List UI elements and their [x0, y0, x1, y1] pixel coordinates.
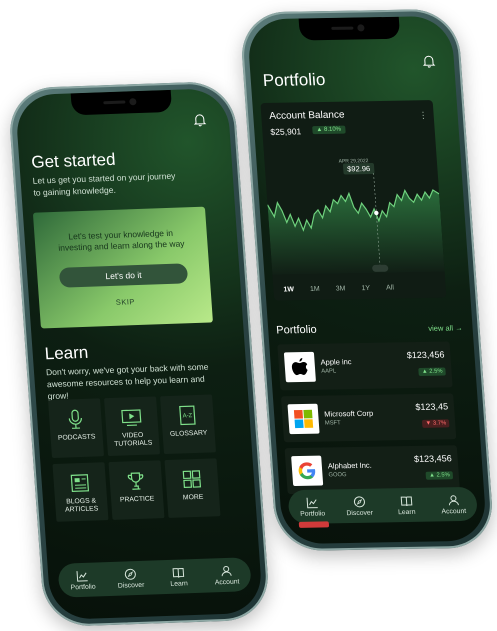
- page-title: Portfolio: [262, 69, 326, 91]
- account-balance-card: Account Balance ⋮ $25,901 ▲ 8.10% APR 29…: [260, 100, 447, 301]
- balance-change-badge: ▲ 8.10%: [312, 125, 346, 135]
- stock-name: Microsoft Corp: [323, 408, 374, 419]
- lets-do-it-button[interactable]: Let's do it: [58, 263, 189, 288]
- stock-price: $123,456: [406, 349, 445, 361]
- nav-learn[interactable]: Learn: [159, 565, 199, 588]
- stock-ticker: AAPL: [321, 368, 337, 375]
- range-all[interactable]: All: [386, 285, 394, 292]
- apple-logo-icon: [283, 351, 316, 383]
- tile-label: BLOGS & ARTICLES: [64, 497, 99, 514]
- range-1m[interactable]: 1M: [310, 286, 320, 293]
- tile-more[interactable]: MORE: [164, 458, 221, 518]
- nav-label: Discover: [346, 509, 374, 518]
- nav-label: Account: [441, 507, 467, 516]
- skip-link[interactable]: SKIP: [39, 294, 212, 309]
- nav-label: Portfolio: [299, 510, 326, 518]
- stock-name: Alphabet Inc.: [327, 460, 373, 471]
- tile-glossary[interactable]: A-Z GLOSSARY: [159, 394, 217, 455]
- balance-value: $25,901: [270, 126, 302, 137]
- range-1w[interactable]: 1W: [283, 286, 294, 293]
- article-icon: [69, 472, 91, 495]
- range-selector: 1W 1M 3M 1Y All: [283, 285, 394, 294]
- chart-line-icon: [305, 496, 318, 509]
- active-nav-indicator: [298, 521, 329, 528]
- tile-label: VIDEO TUTORIALS: [113, 431, 153, 448]
- nav-label: Account: [214, 578, 240, 587]
- nav-label: Learn: [170, 580, 189, 588]
- trophy-icon: [125, 470, 147, 493]
- phone-portfolio: Portfolio Account Balance ⋮ $25,901 ▲ 8.…: [239, 8, 495, 552]
- tile-label: PRACTICE: [119, 495, 155, 504]
- nav-account[interactable]: Account: [434, 493, 474, 516]
- stock-price: $123,45: [415, 401, 449, 412]
- nav-label: Portfolio: [70, 583, 96, 592]
- book-open-icon: [400, 494, 413, 507]
- nav-learn[interactable]: Learn: [387, 494, 427, 517]
- user-icon: [220, 564, 233, 577]
- book-az-icon: A-Z: [178, 404, 198, 427]
- nav-portfolio[interactable]: Portfolio: [292, 495, 332, 528]
- bottom-nav: Portfolio Discover Learn Account: [287, 486, 479, 528]
- chart-line-icon: [76, 569, 89, 582]
- tile-label: PODCASTS: [57, 433, 96, 442]
- user-icon: [447, 493, 460, 506]
- card-title: Account Balance: [268, 109, 345, 122]
- bell-icon[interactable]: [192, 113, 207, 127]
- nav-label: Discover: [117, 581, 145, 590]
- range-1y[interactable]: 1Y: [361, 285, 370, 292]
- stock-row[interactable]: Apple inc AAPL $123,456 ▲ 2.5%: [277, 341, 453, 391]
- nav-portfolio[interactable]: Portfolio: [63, 568, 103, 591]
- grid-icon: [181, 468, 203, 491]
- stock-change: ▼ 3.7%: [422, 419, 450, 428]
- quiz-text: Let's test your knowledge in investing a…: [57, 227, 185, 253]
- tile-label: GLOSSARY: [169, 429, 208, 438]
- nav-discover[interactable]: Discover: [111, 567, 151, 590]
- video-icon: [120, 406, 144, 429]
- notch: [298, 16, 401, 41]
- book-open-icon: [172, 565, 185, 578]
- nav-account[interactable]: Account: [207, 563, 247, 586]
- learn-title: Learn: [44, 342, 89, 364]
- svg-text:A-Z: A-Z: [182, 413, 192, 419]
- stock-ticker: GOOG: [328, 472, 347, 479]
- notch: [70, 89, 173, 116]
- tile-blogs-articles[interactable]: BLOGS & ARTICLES: [52, 462, 109, 522]
- stock-price: $123,456: [413, 453, 452, 464]
- range-3m[interactable]: 3M: [336, 285, 346, 292]
- tile-podcasts[interactable]: PODCASTS: [47, 398, 105, 459]
- bell-icon[interactable]: [421, 54, 436, 68]
- stock-ticker: MSFT: [324, 420, 341, 427]
- bottom-nav: Portfolio Discover Learn Account: [57, 557, 252, 598]
- stock-change: ▲ 2.5%: [418, 367, 446, 376]
- page-subtitle: Let us get you started on your journey t…: [32, 170, 176, 198]
- stock-row[interactable]: Microsoft Corp MSFT $123,45 ▼ 3.7%: [280, 393, 457, 443]
- microsoft-logo-icon: [287, 403, 320, 435]
- stock-change: ▲ 2.5%: [425, 471, 454, 480]
- google-logo-icon: [291, 455, 324, 487]
- page-title: Get started: [30, 149, 117, 172]
- tile-video-tutorials[interactable]: VIDEO TUTORIALS: [103, 396, 161, 457]
- scrub-handle: [372, 264, 389, 272]
- compass-icon: [352, 495, 365, 508]
- tile-practice[interactable]: PRACTICE: [108, 460, 165, 520]
- nav-label: Learn: [397, 508, 416, 517]
- more-options-icon[interactable]: ⋮: [418, 110, 428, 121]
- balance-line-chart[interactable]: [265, 172, 445, 275]
- stock-name: Apple inc: [320, 357, 352, 367]
- portfolio-section-title: Portfolio: [275, 323, 318, 337]
- microphone-icon: [65, 408, 87, 431]
- portfolio-screen: Portfolio Account Balance ⋮ $25,901 ▲ 8.…: [246, 15, 488, 545]
- phone-learn: Get started Let us get you started on yo…: [7, 80, 271, 628]
- tile-label: MORE: [182, 493, 204, 502]
- nav-discover[interactable]: Discover: [339, 495, 379, 518]
- learn-screen: Get started Let us get you started on yo…: [14, 87, 264, 621]
- compass-icon: [124, 567, 137, 580]
- chart-area: [267, 189, 445, 275]
- view-all-link[interactable]: view all →: [428, 323, 463, 333]
- quiz-card: Let's test your knowledge in investing a…: [32, 206, 213, 329]
